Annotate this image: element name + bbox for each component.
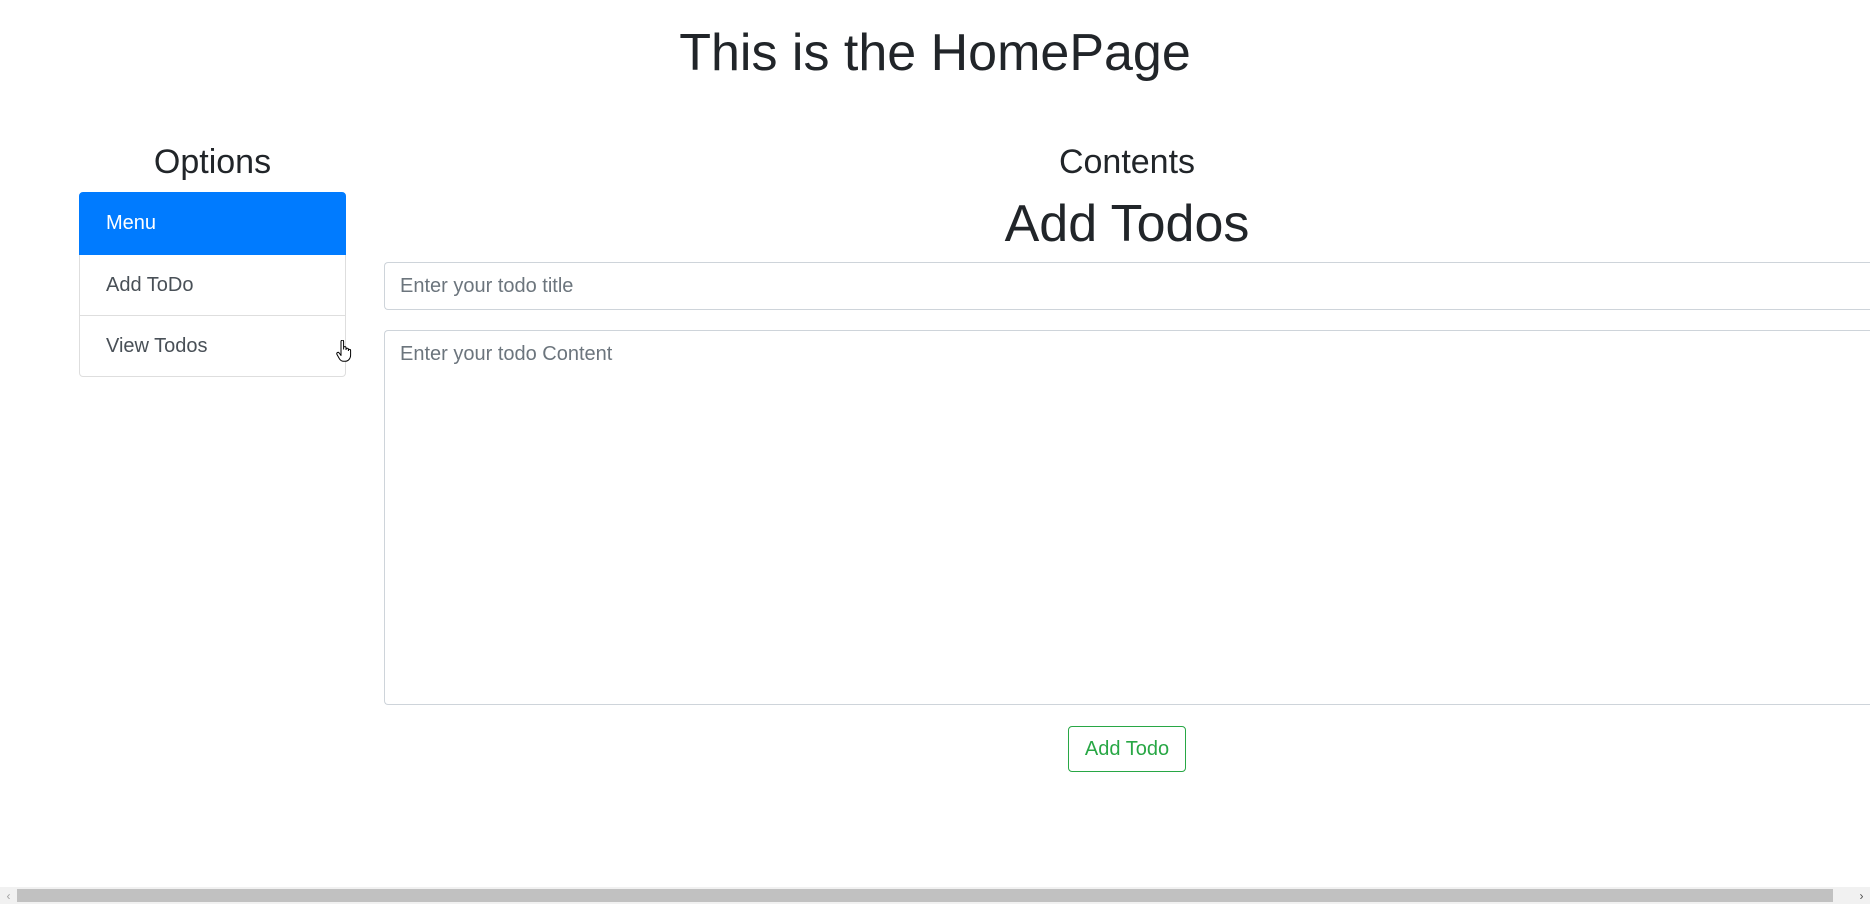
menu-item-view-todos[interactable]: View Todos [79,316,346,377]
menu-item-menu[interactable]: Menu [79,192,346,255]
menu-item-add-todo[interactable]: Add ToDo [79,255,346,316]
chevron-right-icon[interactable]: › [1853,887,1870,904]
options-heading: Options [153,143,272,181]
todo-content-textarea[interactable] [384,330,1870,705]
page-title: This is the HomePage [679,24,1191,82]
scroll-thumb[interactable] [17,889,1833,902]
todo-title-input[interactable] [384,262,1870,310]
chevron-left-icon[interactable]: ‹ [0,887,17,904]
add-todo-button[interactable]: Add Todo [1068,726,1186,772]
options-menu: Menu Add ToDo View Todos [79,192,346,377]
hand-pointer-icon [336,340,352,362]
horizontal-scrollbar[interactable]: ‹ › [0,887,1870,904]
add-todos-heading: Add Todos [1004,195,1250,253]
contents-heading: Contents [1058,143,1196,181]
